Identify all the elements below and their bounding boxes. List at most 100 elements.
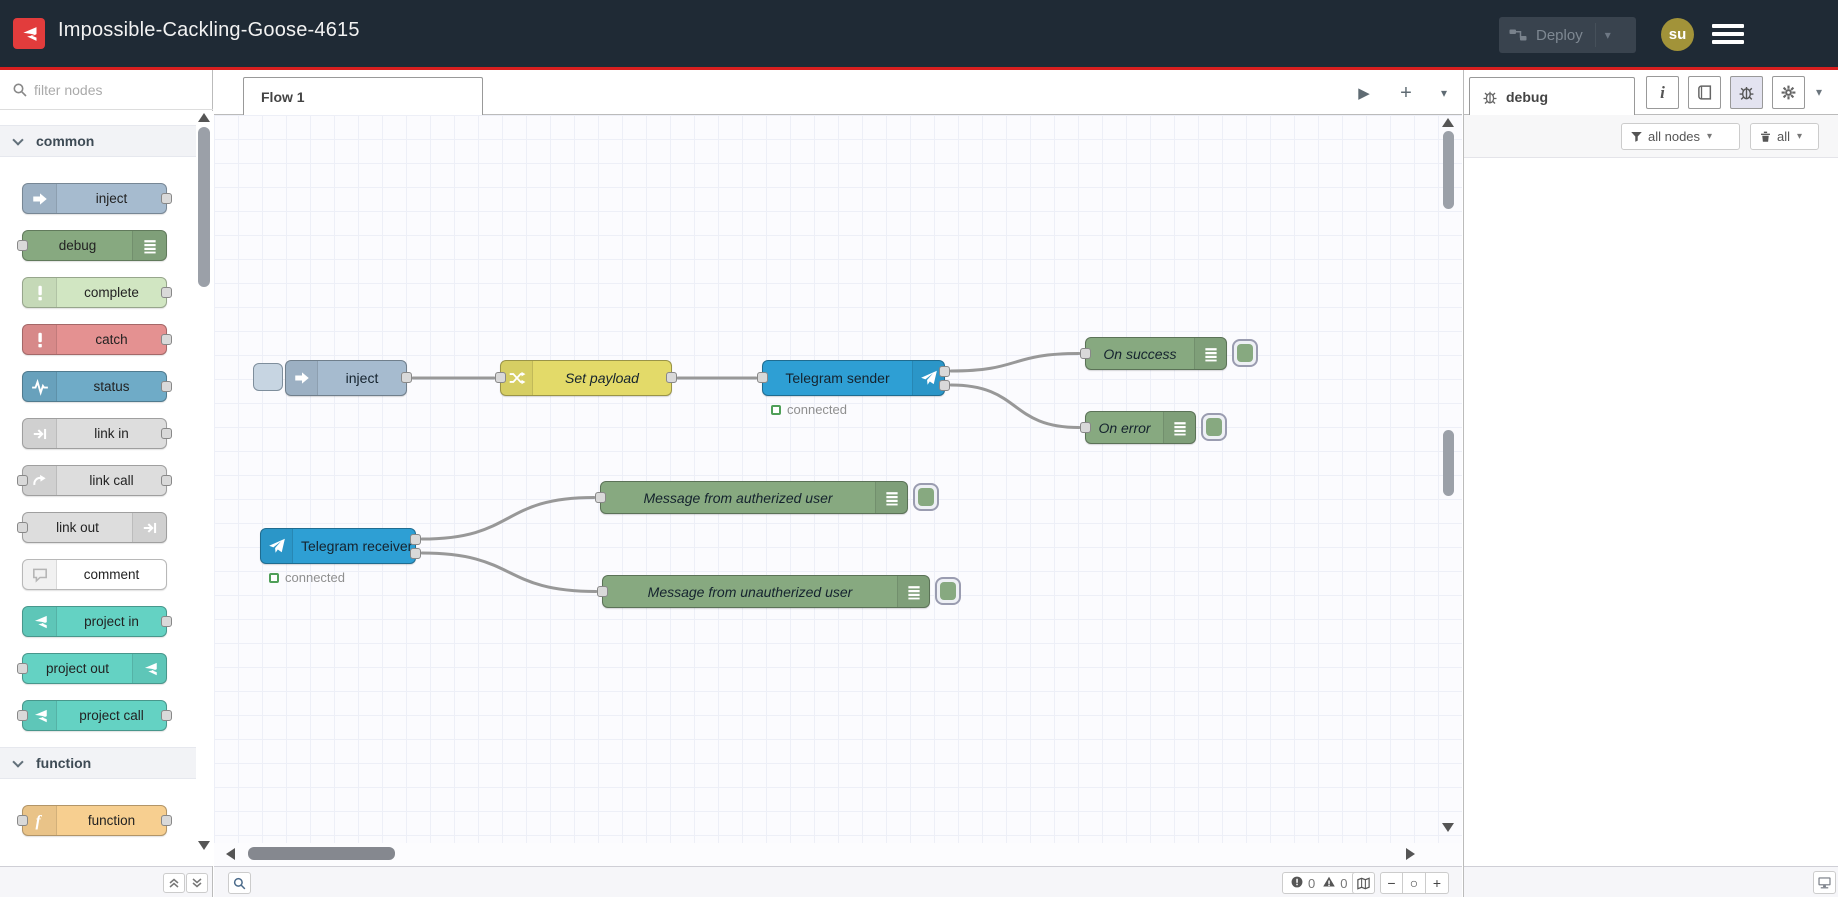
expand-all-button[interactable]	[186, 873, 208, 893]
sidebar-info-button[interactable]: i	[1646, 76, 1679, 109]
output-port-0[interactable]	[666, 372, 677, 383]
add-flow-button[interactable]: +	[1394, 81, 1418, 105]
flow-node-unauth[interactable]: Message from unautherized user	[597, 575, 930, 608]
flow-node-sender[interactable]: Telegram sender	[757, 360, 950, 396]
palette-scroll-down-icon[interactable]	[198, 841, 210, 850]
input-port[interactable]	[495, 372, 506, 383]
input-port[interactable]	[17, 814, 28, 826]
palette-section-function[interactable]: function	[0, 747, 196, 779]
debug-message-list[interactable]	[1464, 158, 1838, 866]
user-avatar[interactable]: su	[1661, 18, 1694, 51]
palette-node-project-in[interactable]: project in	[22, 606, 172, 637]
output-port-0[interactable]	[401, 372, 412, 383]
debug-clear-label: all	[1777, 129, 1791, 144]
palette-node-status[interactable]: status	[22, 371, 172, 402]
tab-flow-1[interactable]: Flow 1	[243, 77, 483, 115]
wire-receiver-to-auth[interactable]	[420, 496, 596, 541]
sidebar-tabs-caret-icon[interactable]: ▾	[1816, 85, 1822, 99]
input-port[interactable]	[1080, 421, 1091, 433]
palette-node-inject[interactable]: inject	[22, 183, 172, 214]
canvas-hscroll-thumb[interactable]	[248, 847, 395, 860]
output-port[interactable]	[161, 192, 172, 204]
input-port[interactable]	[757, 372, 768, 383]
output-port[interactable]	[161, 286, 172, 298]
output-port-0[interactable]	[410, 534, 421, 545]
wire-sender-to-error[interactable]	[949, 383, 1081, 429]
zoom-out-button[interactable]: −	[1380, 872, 1403, 894]
canvas-footer: 0 0 − ○ +	[214, 866, 1462, 897]
wire-sender-to-success[interactable]	[949, 352, 1081, 373]
collapse-all-button[interactable]	[163, 873, 185, 893]
flow-list-caret-icon[interactable]: ▾	[1432, 81, 1456, 105]
palette-node-link-in[interactable]: link in	[22, 418, 172, 449]
inject-trigger-button[interactable]	[253, 363, 283, 391]
debug-clear-button[interactable]: all ▾	[1750, 123, 1819, 150]
input-port[interactable]	[17, 521, 28, 533]
palette-node-debug[interactable]: debug	[17, 230, 167, 261]
palette-scrollbar-thumb[interactable]	[198, 127, 210, 287]
palette-filter-input[interactable]	[34, 81, 194, 98]
sidebar-debug-button[interactable]	[1730, 76, 1763, 109]
canvas-scroll-right-icon[interactable]	[1406, 848, 1415, 860]
palette-node-project-call[interactable]: project call	[17, 700, 172, 731]
canvas-search-button[interactable]	[228, 872, 251, 894]
debug-enable-toggle[interactable]	[913, 483, 939, 511]
output-port[interactable]	[161, 333, 172, 345]
palette-node-link-out[interactable]: link out	[17, 512, 167, 543]
deploy-caret-icon[interactable]: ▾	[1605, 28, 1611, 42]
node-label: On success	[1103, 345, 1177, 362]
output-port[interactable]	[161, 380, 172, 392]
input-port[interactable]	[17, 239, 28, 251]
output-port[interactable]	[161, 615, 172, 627]
palette-scroll-up-icon[interactable]	[198, 113, 210, 122]
input-port[interactable]	[1080, 347, 1091, 359]
sidebar-tab-debug[interactable]: debug	[1469, 77, 1635, 115]
flow-canvas[interactable]: inject Set payload Telegram sender connecte…	[214, 115, 1462, 843]
inject-icon	[286, 361, 318, 395]
flow-node-success[interactable]: On success	[1080, 337, 1227, 370]
flow-node-receiver[interactable]: Telegram receiver	[260, 528, 421, 564]
sidebar-help-button[interactable]	[1688, 76, 1721, 109]
output-port-1[interactable]	[939, 380, 950, 391]
input-port[interactable]	[17, 662, 28, 674]
zoom-in-button[interactable]: +	[1426, 872, 1449, 894]
zoom-reset-button[interactable]: ○	[1403, 872, 1426, 894]
palette-section-common[interactable]: common	[0, 125, 196, 157]
sidebar-config-button[interactable]	[1772, 76, 1805, 109]
open-debug-window-button[interactable]	[1813, 871, 1836, 894]
debug-filter-button[interactable]: all nodes ▾	[1621, 123, 1740, 150]
palette-node-link-call[interactable]: link call	[17, 465, 172, 496]
flow-node-change[interactable]: Set payload	[495, 360, 677, 396]
input-port[interactable]	[17, 709, 28, 721]
deploy-button[interactable]: Deploy ▾	[1499, 17, 1636, 53]
flow-node-error[interactable]: On error	[1080, 411, 1196, 444]
output-port[interactable]	[161, 474, 172, 486]
debug-enable-toggle[interactable]	[1232, 339, 1258, 367]
tab-scroll-right-icon[interactable]: ▶	[1352, 81, 1376, 105]
output-port[interactable]	[161, 709, 172, 721]
debug-enable-toggle[interactable]	[1201, 413, 1227, 441]
warning-count-icon	[1322, 875, 1336, 892]
palette-node-comment[interactable]: comment	[22, 559, 167, 590]
output-port[interactable]	[161, 814, 172, 826]
navigator-map-button[interactable]	[1352, 872, 1375, 894]
input-port[interactable]	[595, 491, 606, 503]
palette-node-function[interactable]: f function	[17, 805, 172, 836]
input-port[interactable]	[597, 585, 608, 597]
output-port-0[interactable]	[939, 366, 950, 377]
canvas-scroll-left-icon[interactable]	[226, 848, 235, 860]
canvas-hscrollbar[interactable]	[214, 843, 1462, 866]
output-port[interactable]	[161, 427, 172, 439]
output-port-1[interactable]	[410, 548, 421, 559]
flow-node-auth[interactable]: Message from autherized user	[595, 481, 908, 514]
debug-enable-toggle[interactable]	[935, 577, 961, 605]
main-menu-button[interactable]	[1712, 24, 1744, 44]
palette-node-project-out[interactable]: project out	[17, 653, 167, 684]
palette-scrollbar[interactable]	[196, 111, 213, 866]
wire-receiver-to-unauth[interactable]	[420, 551, 598, 593]
issue-counters[interactable]: 0 0	[1282, 872, 1363, 894]
palette-node-catch[interactable]: catch	[22, 324, 172, 355]
input-port[interactable]	[17, 474, 28, 486]
flow-node-inject[interactable]: inject	[285, 360, 412, 396]
palette-node-complete[interactable]: complete	[22, 277, 172, 308]
